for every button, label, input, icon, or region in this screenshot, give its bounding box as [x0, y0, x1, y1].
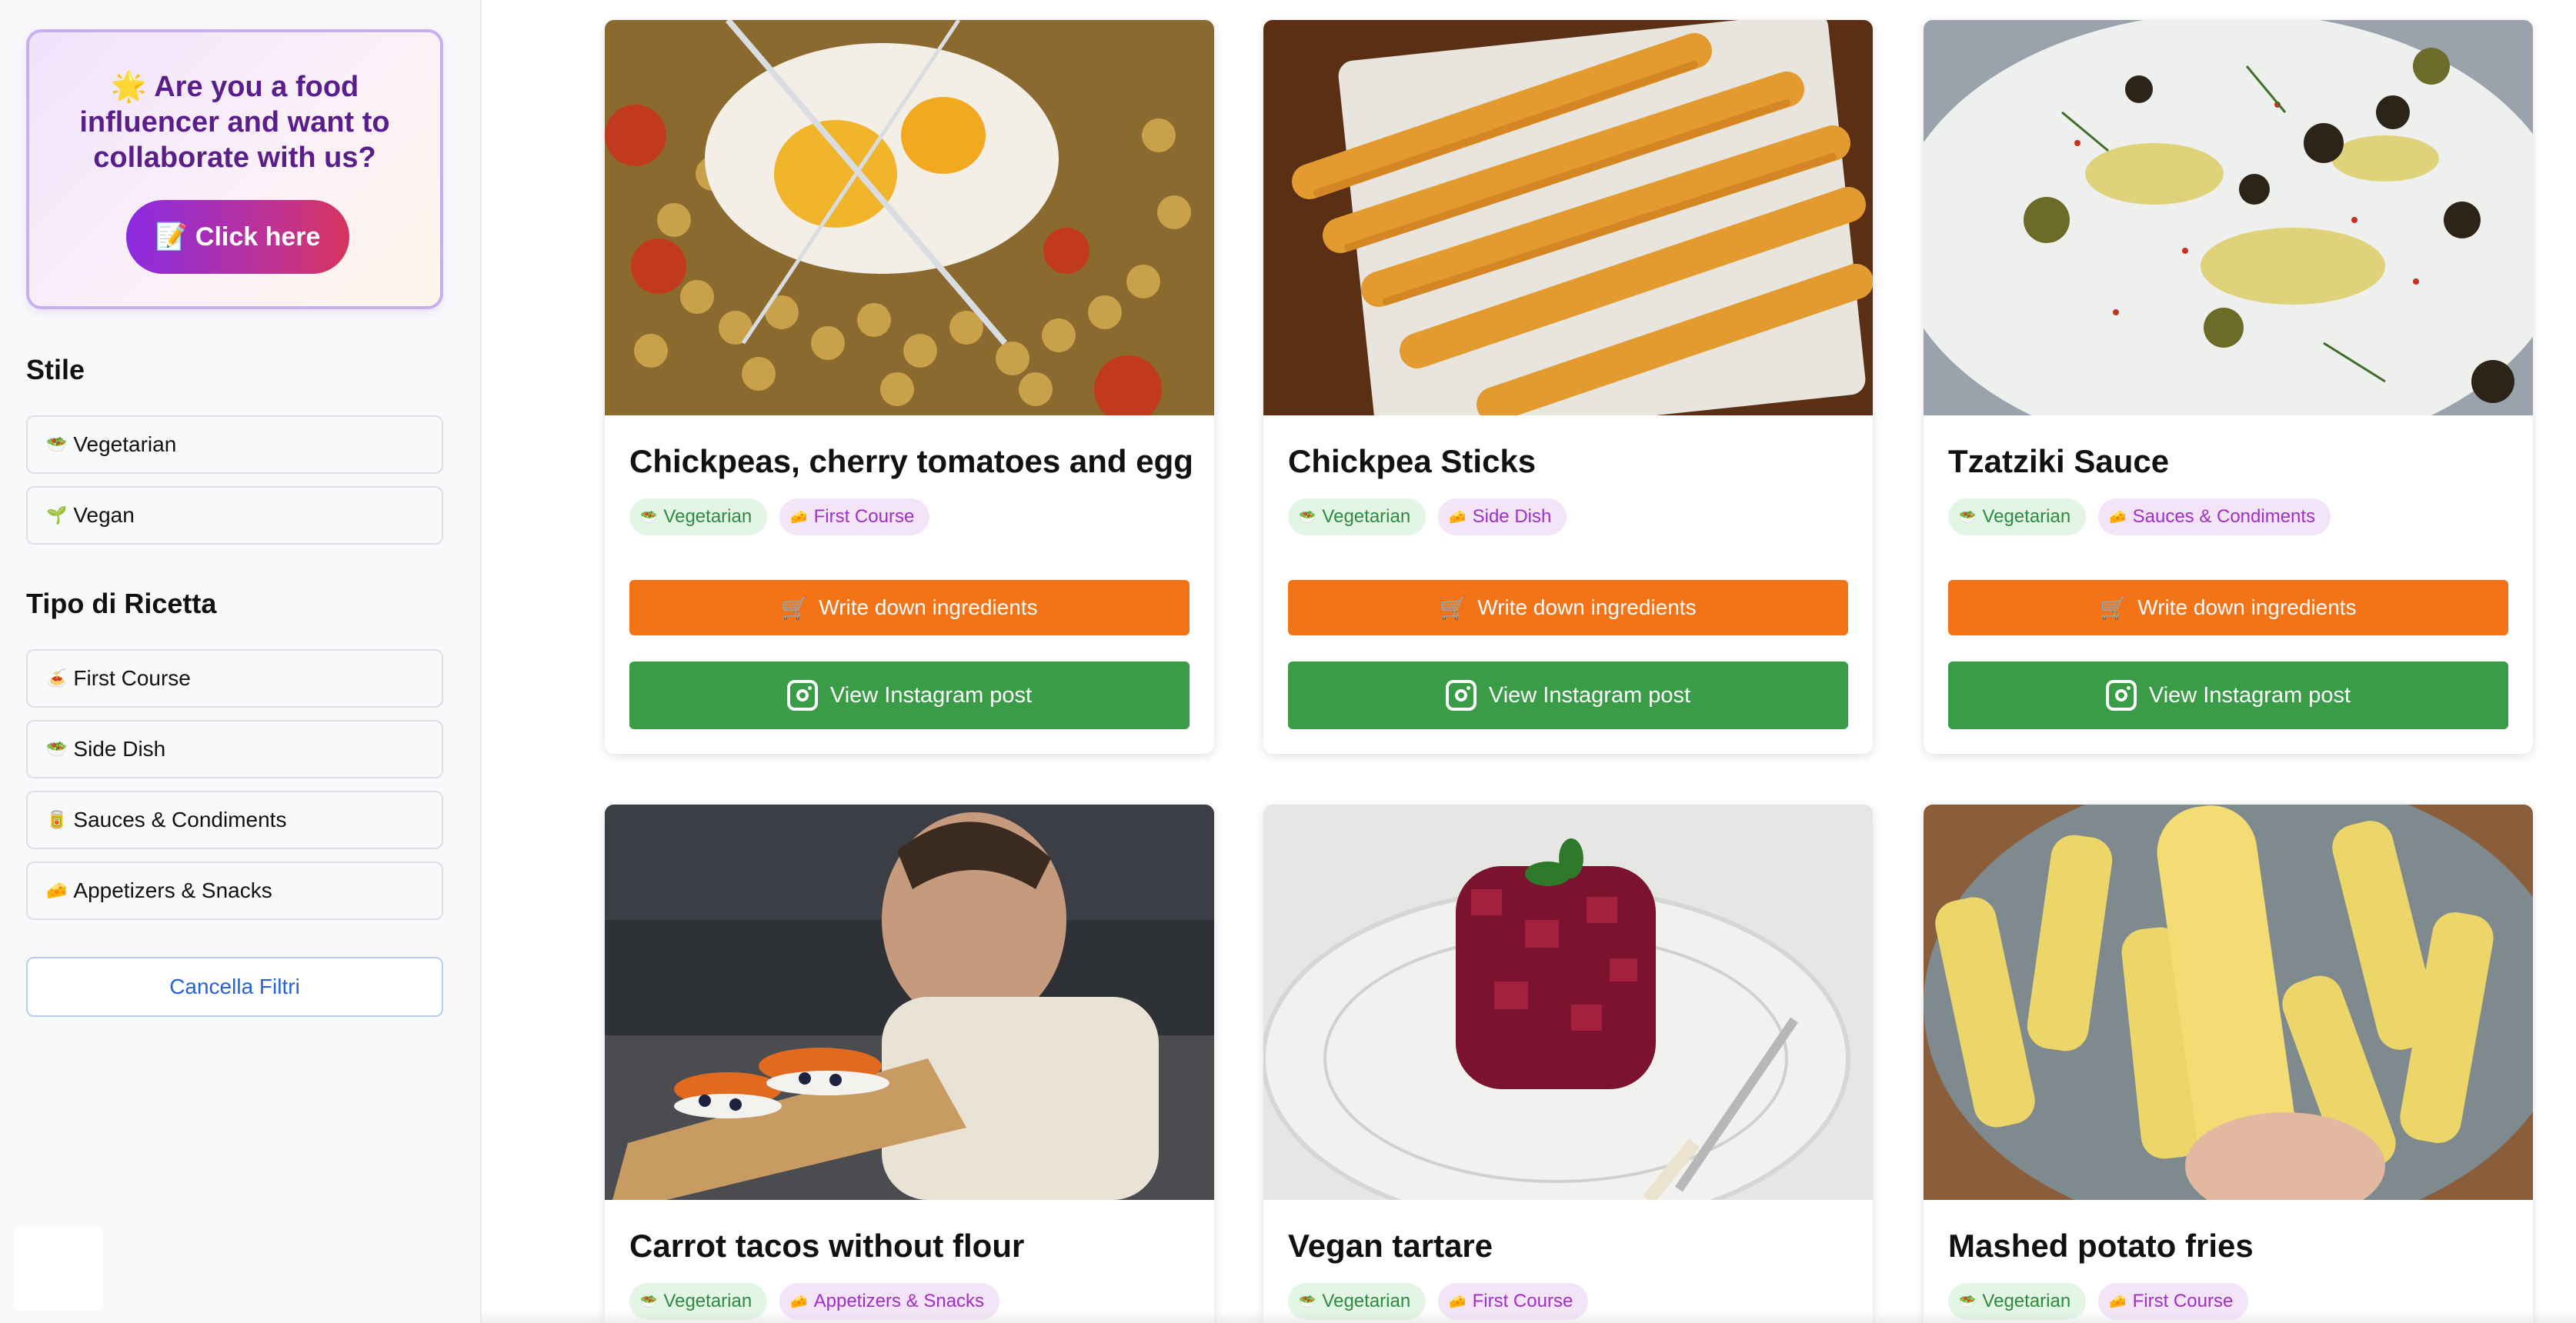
collaborate-click-here-button[interactable]: 📝 Click here	[126, 200, 349, 274]
tag-vegetarian: 🥗 Vegetarian	[1288, 498, 1426, 535]
recipe-tags: 🥗 Vegetarian 🧀 First Course	[629, 498, 930, 535]
recipe-image-chickpea-sticks[interactable]	[1263, 20, 1873, 415]
write-down-ingredients-button[interactable]: 🛒 Write down ingredients	[629, 580, 1190, 635]
cart-icon: 🛒	[781, 595, 809, 620]
filter-first-course[interactable]: 🍝 First Course	[26, 649, 443, 708]
recipe-title: Vegan tartare	[1288, 1228, 1493, 1264]
tipo-di-ricetta-heading: Tipo di Ricetta	[26, 588, 217, 619]
sidebar: 🌟 Are you a food influencer and want to …	[0, 0, 482, 1323]
recipe-image-vegan-tartare[interactable]	[1263, 805, 1873, 1200]
cart-icon: 🛒	[2100, 595, 2127, 620]
tag-vegetarian: 🥗 Vegetarian	[1948, 498, 2087, 535]
stile-heading: Stile	[26, 354, 85, 385]
recipe-image-tzatziki[interactable]	[1924, 20, 2533, 415]
filter-appetizers-snacks[interactable]: 🧀 Appetizers & Snacks	[26, 861, 443, 920]
bottom-scroll-fade	[482, 1311, 2576, 1323]
memo-icon: 📝	[155, 222, 188, 252]
recipe-card: Vegan tartare 🥗 Vegetarian 🧀 First Course	[1263, 805, 1873, 1323]
view-instagram-post-button[interactable]: View Instagram post	[1288, 662, 1848, 729]
recipe-image-mashed-potato-fries[interactable]	[1924, 805, 2533, 1200]
instagram-icon	[2105, 680, 2137, 711]
recipe-card: Tzatziki Sauce 🥗 Vegetarian 🧀 Sauces & Con…	[1924, 20, 2533, 754]
salad-icon: 🥗	[1299, 1293, 1316, 1309]
clear-filters-button[interactable]: Cancella Filtri	[26, 957, 443, 1017]
cheese-icon: 🧀	[1449, 508, 1467, 525]
recipe-title: Chickpea Sticks	[1288, 443, 1537, 479]
blank-widget	[14, 1228, 103, 1311]
instagram-icon	[1445, 680, 1477, 711]
write-down-ingredients-button[interactable]: 🛒 Write down ingredients	[1948, 580, 2508, 635]
recipe-image-chickpeas-egg[interactable]	[605, 20, 1214, 415]
star-icon: 🌟	[110, 71, 148, 103]
cheese-icon: 🧀	[1449, 1293, 1467, 1309]
filter-sauces-condiments[interactable]: 🥫 Sauces & Condiments	[26, 791, 443, 849]
salad-icon: 🥗	[640, 508, 658, 525]
salad-icon: 🥗	[640, 1293, 658, 1309]
tag-recipe-type: 🧀 Side Dish	[1438, 498, 1567, 535]
seedling-icon: 🌱	[46, 505, 68, 525]
cheese-icon: 🧀	[790, 508, 808, 525]
click-here-label: Click here	[195, 222, 321, 252]
filter-vegan[interactable]: 🌱 Vegan	[26, 486, 443, 545]
tag-vegetarian: 🥗 Vegetarian	[629, 498, 768, 535]
promo-text: 🌟 Are you a food influencer and want to …	[79, 71, 390, 174]
spaghetti-icon: 🍝	[46, 668, 68, 688]
recipe-title: Mashed potato fries	[1948, 1228, 2254, 1264]
view-instagram-post-button[interactable]: View Instagram post	[629, 662, 1190, 729]
filter-side-dish[interactable]: 🥗 Side Dish	[26, 720, 443, 778]
tag-recipe-type: 🧀 First Course	[779, 498, 930, 535]
recipe-title: Tzatziki Sauce	[1948, 443, 2170, 479]
salad-icon: 🥗	[1299, 508, 1316, 525]
salad-icon: 🥗	[1959, 508, 1977, 525]
recipe-card: Mashed potato fries 🥗 Vegetarian 🧀 First C…	[1924, 805, 2533, 1323]
influencer-promo-card: 🌟 Are you a food influencer and want to …	[26, 29, 443, 309]
instagram-icon	[786, 680, 818, 711]
recipe-card: Carrot tacos without flour 🥗 Vegetarian 🧀…	[605, 805, 1214, 1323]
salad-icon: 🥗	[46, 739, 68, 758]
recipe-title: Chickpeas, cherry tomatoes and egg	[629, 443, 1193, 479]
write-down-ingredients-button[interactable]: 🛒 Write down ingredients	[1288, 580, 1848, 635]
salad-icon: 🥗	[46, 435, 68, 454]
cheese-icon: 🧀	[2109, 1293, 2127, 1309]
recipe-image-carrot-tacos[interactable]	[605, 805, 1214, 1200]
cheese-icon: 🧀	[46, 881, 68, 900]
recipe-tags: 🥗 Vegetarian 🧀 Side Dish	[1288, 498, 1567, 535]
tag-recipe-type: 🧀 Sauces & Condiments	[2098, 498, 2331, 535]
filter-vegetarian[interactable]: 🥗 Vegetarian	[26, 415, 443, 474]
salad-icon: 🥗	[1959, 1293, 1977, 1309]
view-instagram-post-button[interactable]: View Instagram post	[1948, 662, 2508, 729]
recipe-card: Chickpeas, cherry tomatoes and egg 🥗 Vege…	[605, 20, 1214, 754]
recipe-card: Chickpea Sticks 🥗 Vegetarian 🧀 Side Dish 🛒…	[1263, 20, 1873, 754]
cheese-icon: 🧀	[2109, 508, 2127, 525]
cheese-icon: 🧀	[790, 1293, 808, 1309]
recipe-title: Carrot tacos without flour	[629, 1228, 1025, 1264]
recipe-tags: 🥗 Vegetarian 🧀 Sauces & Condiments	[1948, 498, 2331, 535]
canned-food-icon: 🥫	[46, 810, 68, 829]
cart-icon: 🛒	[1440, 595, 1467, 620]
